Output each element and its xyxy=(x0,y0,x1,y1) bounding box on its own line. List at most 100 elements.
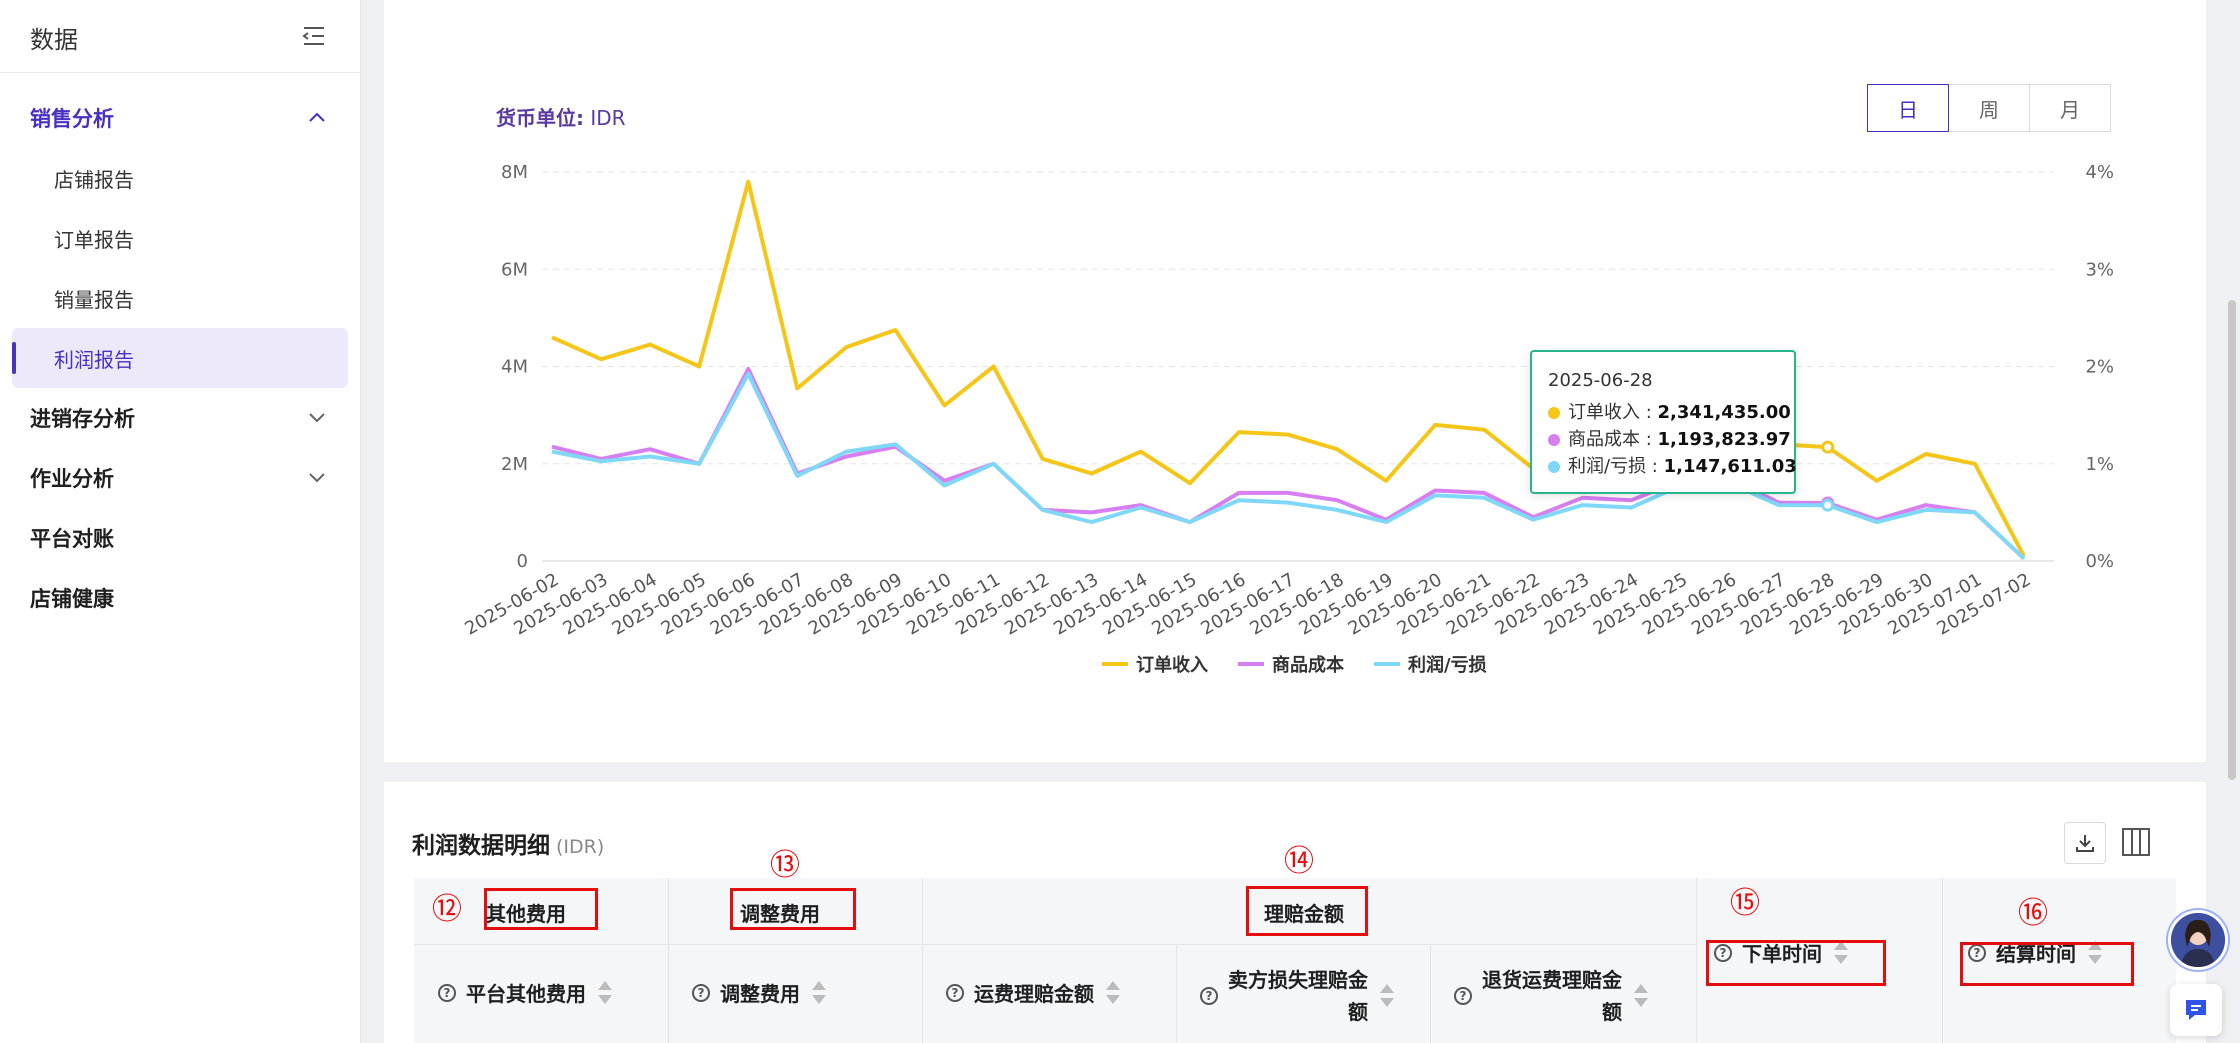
chat-button[interactable] xyxy=(2170,984,2222,1036)
tooltip-label: 订单收入 : xyxy=(1568,402,1658,423)
series-line xyxy=(551,371,2026,561)
annotation-box xyxy=(1706,940,1886,986)
nav-group-inventory-analysis[interactable]: 进销存分析 xyxy=(0,388,360,448)
column-divider xyxy=(668,878,669,1043)
nav-item-label: 销量报告 xyxy=(54,287,134,312)
table-title: 利润数据明细 (IDR) xyxy=(412,826,604,860)
tooltip-value: 1,147,611.03 xyxy=(1663,456,1797,477)
column-label: 运费理赔金额 xyxy=(974,982,1094,1006)
sidebar-title: 数据 xyxy=(30,26,78,54)
nav-group-operation-analysis[interactable]: 作业分析 xyxy=(0,448,360,508)
column-shipping-claim[interactable]: ? 运费理赔金额 xyxy=(946,978,1120,1007)
nav-item-label: 订单报告 xyxy=(54,227,134,252)
legend-dot xyxy=(1548,434,1560,446)
y-tick-label: 6M xyxy=(501,259,528,280)
nav-item-label: 利润报告 xyxy=(54,347,134,372)
data-point-highlight xyxy=(1821,498,1835,512)
help-icon[interactable]: ? xyxy=(692,983,710,1002)
y-right-tick-label: 2% xyxy=(2085,357,2114,378)
column-label: 调整费用 xyxy=(720,982,800,1006)
sort-icon[interactable] xyxy=(598,980,612,1005)
column-divider xyxy=(1430,944,1431,1043)
column-adjustment-fee[interactable]: ? 调整费用 xyxy=(692,978,826,1007)
nav-item-sales-volume-report[interactable]: 销量报告 xyxy=(0,268,360,328)
download-button[interactable] xyxy=(2064,822,2106,864)
columns-icon xyxy=(2122,828,2150,856)
annotation-box xyxy=(1246,886,1368,936)
legend-dot xyxy=(1548,407,1560,419)
annotation-number: ⑫ xyxy=(432,892,462,927)
annotation-box xyxy=(730,888,856,930)
profit-detail-card: 利润数据明细 (IDR) 其他费用 调整费用 理赔金额 ? 平台其他费用 ? 调整费用 xyxy=(384,782,2206,1043)
y-tick-label: 8M xyxy=(501,162,528,183)
tooltip-date: 2025-06-28 xyxy=(1548,370,1653,391)
nav-group-label: 销售分析 xyxy=(30,107,114,131)
sort-icon[interactable] xyxy=(1380,984,1394,1008)
nav-item-store-report[interactable]: 店铺报告 xyxy=(0,148,360,208)
column-label: 平台其他费用 xyxy=(466,982,586,1006)
nav-item-order-report[interactable]: 订单报告 xyxy=(0,208,360,268)
column-divider xyxy=(922,878,923,1043)
tab-day[interactable]: 日 xyxy=(1867,84,1949,132)
table-unit: (IDR) xyxy=(556,836,605,858)
chart-card: 货币单位: IDR 日 周 月 0 0% 2M 1% 4M 2% 6M 3% 8M 4% 2025-… xyxy=(384,0,2206,762)
column-return-shipping-claim[interactable]: ? 退货运费理赔金额 xyxy=(1454,964,1648,1028)
y-right-tick-label: 0% xyxy=(2085,551,2114,572)
y-tick-label: 4M xyxy=(501,357,528,378)
header-divider xyxy=(414,944,1696,945)
page-scrollbar[interactable] xyxy=(2228,300,2236,780)
help-icon[interactable]: ? xyxy=(438,983,456,1002)
table-title-text: 利润数据明细 xyxy=(412,833,550,859)
nav-item-platform-reconciliation[interactable]: 平台对账 xyxy=(0,508,360,568)
nav-item-label: 店铺健康 xyxy=(30,587,114,611)
column-label: 卖方损失理赔金额 xyxy=(1228,968,1368,1024)
tooltip-value: 2,341,435.00 xyxy=(1657,402,1791,423)
y-right-tick-label: 1% xyxy=(2085,454,2114,475)
sort-icon[interactable] xyxy=(1634,984,1648,1008)
columns-setting-button[interactable] xyxy=(2116,822,2156,862)
annotation-number: ⑭ xyxy=(1284,844,1314,879)
collapse-sidebar-icon[interactable] xyxy=(300,24,328,48)
annotation-number: ⑯ xyxy=(2018,896,2048,931)
legend-label: 订单收入 xyxy=(1136,654,1208,676)
legend-label: 利润/亏损 xyxy=(1408,654,1487,676)
data-point-highlight xyxy=(1821,440,1835,454)
tooltip-label: 商品成本 : xyxy=(1568,429,1658,450)
chat-icon xyxy=(2186,1000,2206,1020)
nav-group-label: 作业分析 xyxy=(30,467,114,491)
legend-label: 商品成本 xyxy=(1272,654,1344,676)
y-right-tick-label: 3% xyxy=(2085,259,2114,280)
column-divider xyxy=(1176,944,1177,1043)
help-icon[interactable]: ? xyxy=(1454,987,1472,1005)
annotation-number: ⑬ xyxy=(770,848,800,883)
series-line xyxy=(551,179,2026,558)
sort-icon[interactable] xyxy=(1106,980,1120,1005)
chart-tooltip: 2025-06-28 订单收入 : 2,341,435.00 商品成本 : 1,… xyxy=(1530,350,1797,494)
tooltip-row-profit: 利润/亏损 : 1,147,611.03 xyxy=(1548,452,1797,478)
help-icon[interactable]: ? xyxy=(1200,987,1218,1005)
agent-avatar-icon xyxy=(2171,913,2225,967)
tooltip-label: 利润/亏损 : xyxy=(1568,456,1664,477)
series-line xyxy=(551,366,2026,561)
nav-group-sales-analysis[interactable]: 销售分析 xyxy=(0,88,360,148)
chevron-down-icon xyxy=(309,413,325,423)
tooltip-value: 1,193,823.97 xyxy=(1657,429,1791,450)
tooltip-row-cost: 商品成本 : 1,193,823.97 xyxy=(1548,425,1791,451)
nav-item-profit-report[interactable]: 利润报告 xyxy=(12,328,348,388)
nav-item-label: 店铺报告 xyxy=(54,167,134,192)
column-label: 退货运费理赔金额 xyxy=(1482,968,1622,1024)
chevron-down-icon xyxy=(309,473,325,483)
nav-group-label: 进销存分析 xyxy=(30,407,135,431)
annotation-number: ⑮ xyxy=(1730,886,1760,921)
column-platform-other-fee[interactable]: ? 平台其他费用 xyxy=(438,978,612,1007)
help-icon[interactable]: ? xyxy=(946,983,964,1002)
y-right-tick-label: 4% xyxy=(2085,162,2114,183)
column-divider xyxy=(1696,878,1697,1043)
column-divider xyxy=(1942,878,1943,1043)
sidebar-header: 数据 xyxy=(0,0,360,73)
sort-icon[interactable] xyxy=(812,980,826,1005)
y-tick-label: 0 xyxy=(517,551,528,572)
support-avatar[interactable] xyxy=(2168,910,2228,970)
column-seller-loss-claim[interactable]: ? 卖方损失理赔金额 xyxy=(1200,964,1394,1028)
nav-item-store-health[interactable]: 店铺健康 xyxy=(0,568,360,628)
